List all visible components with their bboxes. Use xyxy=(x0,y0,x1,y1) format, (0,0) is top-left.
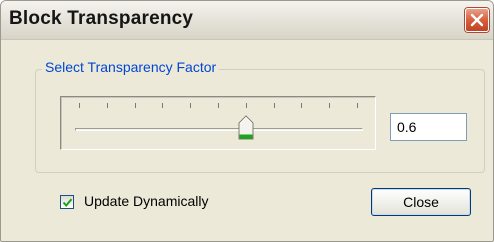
update-dynamically-label[interactable]: Update Dynamically xyxy=(84,193,209,209)
slider-tick xyxy=(162,103,164,108)
slider-tick xyxy=(301,103,303,108)
slider-tick xyxy=(106,103,108,108)
slider-tick xyxy=(273,103,275,108)
window-title: Block Transparency xyxy=(9,8,194,29)
close-button[interactable]: Close xyxy=(371,188,471,216)
slider-tick xyxy=(79,103,80,108)
title-bar[interactable]: Block Transparency xyxy=(1,1,493,40)
title-close-button[interactable] xyxy=(465,8,489,32)
update-dynamically-checkbox[interactable] xyxy=(60,195,74,209)
checkmark-icon xyxy=(62,198,73,208)
slider-tick xyxy=(190,103,192,108)
block-transparency-dialog: Block Transparency Select Transparency F… xyxy=(0,0,494,242)
slider-thumb-icon[interactable] xyxy=(238,115,254,141)
slider-tick xyxy=(357,103,358,108)
slider-tick xyxy=(134,103,136,108)
slider-tick xyxy=(245,103,247,108)
slider-tick xyxy=(329,103,331,108)
transparency-value-field[interactable] xyxy=(390,113,467,141)
slider-tick xyxy=(218,103,219,108)
group-legend: Select Transparency Factor xyxy=(42,59,220,75)
close-x-icon xyxy=(470,13,484,27)
slider-track[interactable] xyxy=(75,128,363,131)
